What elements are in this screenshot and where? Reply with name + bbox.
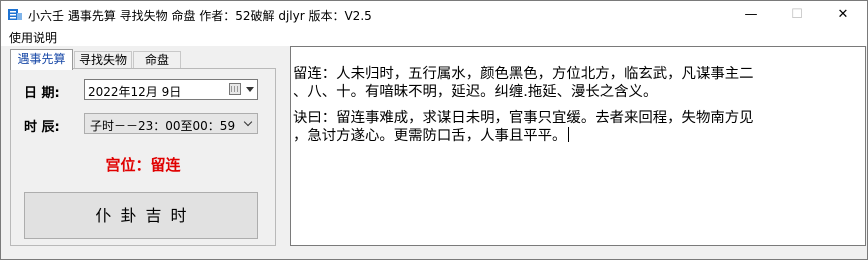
- result-line: 、八、十。有喑昧不明，延迟。纠缠.拖延、漫长之含义。: [293, 84, 658, 100]
- text-caret: [568, 127, 570, 142]
- time-select[interactable]: 子时－－23：00至00：59: [84, 113, 258, 134]
- date-picker[interactable]: 2022年12月 9日: [84, 79, 258, 100]
- time-value: 子时－－23：00至00：59: [90, 119, 236, 133]
- date-value: 2022年12月 9日: [88, 85, 182, 99]
- divination-panel: 日 期: 2022年12月 9日 时 辰: 子时－－23：00至00：59 宫位…: [10, 68, 276, 246]
- menu-bar: 使用说明: [1, 28, 867, 46]
- calendar-icon[interactable]: [229, 83, 241, 95]
- divine-button[interactable]: 仆卦吉时: [24, 192, 258, 239]
- minimize-button[interactable]: —: [728, 1, 774, 28]
- window-title: 小六壬 遇事先算 寻找失物 命盘 作者：52破解 djlyr 版本：V2.5: [28, 9, 372, 23]
- result-line: ，急讨方遂心。更需防口舌，人事且平平。: [293, 127, 848, 145]
- result-line: 诀曰：留连事难成，求谋日未明，官事只宜缓。去者来回程，失物南方见: [293, 110, 754, 126]
- palace-result: 宫位：留连: [105, 156, 181, 174]
- date-label: 日 期:: [24, 86, 60, 101]
- maximize-button[interactable]: ☐: [774, 1, 820, 28]
- menu-item-help[interactable]: 使用说明: [9, 29, 57, 46]
- result-line: 留连：人未归时，五行属水，颜色黑色，方位北方，临玄武，凡谋事主二: [293, 66, 754, 82]
- result-paragraph: 诀曰：留连事难成，求谋日未明，官事只宜缓。去者来回程，失物南方见 ，急讨方遂心。…: [293, 109, 848, 145]
- title-bar[interactable]: 小六壬 遇事先算 寻找失物 命盘 作者：52破解 djlyr 版本：V2.5 —…: [1, 1, 867, 28]
- tab-destiny-chart[interactable]: 命盘: [133, 51, 181, 69]
- chevron-down-icon[interactable]: [243, 117, 253, 127]
- close-button[interactable]: ✕: [820, 1, 866, 28]
- tab-divination[interactable]: 遇事先算: [10, 49, 73, 70]
- result-textarea[interactable]: 留连：人未归时，五行属水，颜色黑色，方位北方，临玄武，凡谋事主二 、八、十。有喑…: [290, 46, 866, 246]
- app-window: 小六壬 遇事先算 寻找失物 命盘 作者：52破解 djlyr 版本：V2.5 —…: [0, 0, 868, 260]
- dropdown-arrow-icon[interactable]: [246, 87, 254, 92]
- app-icon: [8, 9, 22, 20]
- result-line-text: ，急讨方遂心。更需防口舌，人事且平平。: [293, 128, 567, 144]
- result-paragraph: 留连：人未归时，五行属水，颜色黑色，方位北方，临玄武，凡谋事主二 、八、十。有喑…: [293, 65, 848, 101]
- tab-find-lost-items[interactable]: 寻找失物: [74, 51, 132, 69]
- time-label: 时 辰:: [24, 120, 60, 135]
